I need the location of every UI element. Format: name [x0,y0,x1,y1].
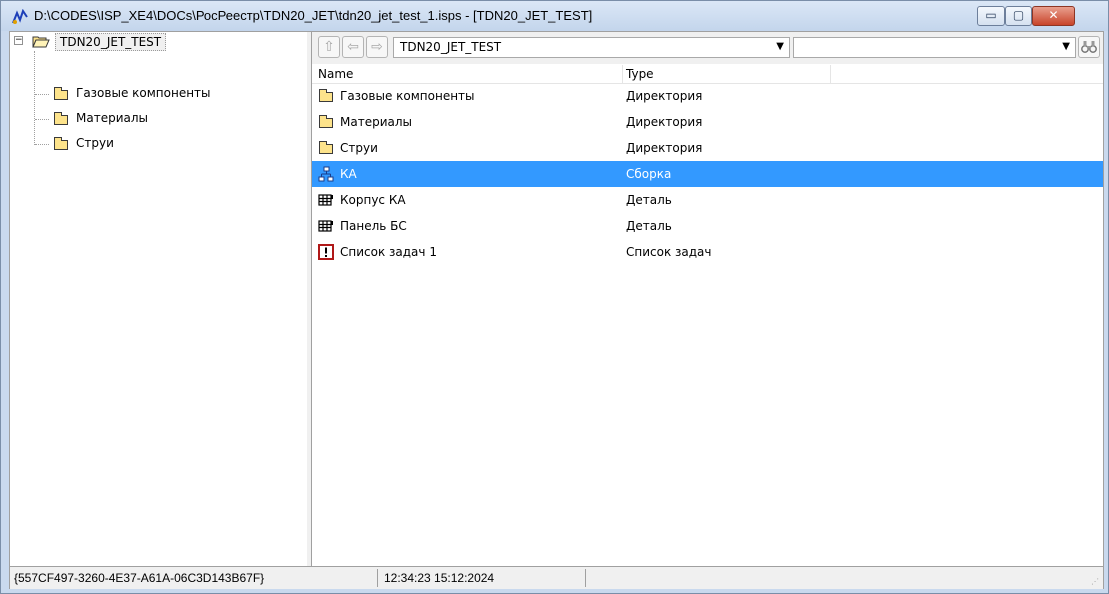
minimize-button[interactable]: ▭ [977,6,1005,26]
item-name: Материалы [340,115,412,129]
tree-root-label: TDN20_JET_TEST [55,33,167,51]
up-arrow-icon: ⇧ [323,39,335,55]
item-name: Газовые компоненты [340,89,475,103]
path-combo-value: TDN20_JET_TEST [400,40,502,54]
column-header-type[interactable]: Type [626,67,654,81]
item-type: Сборка [626,167,672,181]
tree-item-materials[interactable]: Материалы [54,110,294,128]
column-divider[interactable] [830,65,831,83]
item-type: Директория [626,141,703,155]
open-folder-icon [32,36,50,48]
list-header: Name Type [312,65,1103,84]
back-arrow-icon: ⇦ [347,39,359,55]
binoculars-icon [1081,41,1097,53]
collapse-toggle[interactable]: − [14,36,23,45]
list-item[interactable]: Панель БС Деталь [312,213,1103,239]
list-item[interactable]: Корпус КА Деталь [312,187,1103,213]
resize-grip-icon[interactable]: ⋰ [1091,577,1101,587]
title-bar[interactable]: D:\CODES\ISP_XE4\DOCs\РосРеестр\TDN20_JE… [1,1,1108,31]
item-name: Струи [340,141,378,155]
tree-connector [35,144,49,145]
client-area: − TDN20_JET_TEST Газовые компоненты Мате… [9,31,1104,589]
app-logo-icon [12,9,28,24]
item-name: Панель БС [340,219,407,233]
part-icon [318,194,333,206]
item-type: Деталь [626,193,672,207]
content-pane: ⇧ ⇦ ⇨ TDN20_JET_TEST ▼ ▼ Name Type Газов… [312,32,1103,566]
list-item[interactable]: Струи Директория [312,135,1103,161]
forward-button[interactable]: ⇨ [366,36,388,58]
list-item[interactable]: Список задач 1 Список задач [312,239,1103,265]
maximize-icon: ▢ [1012,8,1025,22]
part-icon [318,220,333,232]
folder-icon [54,112,68,125]
up-button[interactable]: ⇧ [318,36,340,58]
list-item[interactable]: Материалы Директория [312,109,1103,135]
find-button[interactable] [1078,36,1100,58]
tree-root[interactable]: − TDN20_JET_TEST [14,33,304,51]
status-timestamp: 12:34:23 15:12:2024 [380,569,586,587]
tree-item-label: Газовые компоненты [76,86,211,100]
tree-item-label: Материалы [76,111,148,125]
assembly-icon [318,166,334,182]
toolbar: ⇧ ⇦ ⇨ TDN20_JET_TEST ▼ ▼ [312,32,1103,64]
folder-icon [54,137,68,150]
close-button[interactable]: ✕ [1032,6,1075,26]
item-name: КА [340,167,357,181]
item-type: Директория [626,89,703,103]
column-header-name[interactable]: Name [318,67,353,81]
status-panel-empty [588,569,1088,587]
back-button[interactable]: ⇦ [342,36,364,58]
list-item-selected[interactable]: КА Сборка [312,161,1103,187]
path-combo[interactable]: TDN20_JET_TEST ▼ [393,37,790,58]
folder-icon [54,87,68,100]
tree-connector [34,51,35,145]
tree-item-label: Струи [76,136,114,150]
tree-connector [35,94,49,95]
window-title: D:\CODES\ISP_XE4\DOCs\РосРеестр\TDN20_JE… [34,8,593,23]
search-combo[interactable]: ▼ [793,37,1076,58]
folder-icon [318,88,334,104]
forward-arrow-icon: ⇨ [371,39,383,55]
folder-icon [318,114,334,130]
app-window: D:\CODES\ISP_XE4\DOCs\РосРеестр\TDN20_JE… [0,0,1109,594]
item-type: Директория [626,115,703,129]
status-bar: {557CF497-3260-4E37-A61A-06C3D143B67F} 1… [10,566,1103,589]
minimize-icon: ▭ [985,8,997,22]
tree-connector [35,119,49,120]
task-list-icon [318,244,334,260]
item-type: Деталь [626,219,672,233]
folder-tree[interactable]: − TDN20_JET_TEST Газовые компоненты Мате… [10,32,308,566]
folder-icon [318,140,334,156]
close-icon: ✕ [1048,8,1059,22]
item-type: Список задач [626,245,712,259]
status-guid: {557CF497-3260-4E37-A61A-06C3D143B67F} [10,569,378,587]
item-name: Корпус КА [340,193,406,207]
tree-item-jets[interactable]: Струи [54,135,294,153]
column-divider[interactable] [622,65,623,83]
item-name: Список задач 1 [340,245,437,259]
chevron-down-icon[interactable]: ▼ [776,41,784,52]
maximize-button[interactable]: ▢ [1005,6,1032,26]
list-item[interactable]: Газовые компоненты Директория [312,83,1103,109]
chevron-down-icon[interactable]: ▼ [1062,41,1070,52]
tree-item-gas-components[interactable]: Газовые компоненты [54,85,294,103]
